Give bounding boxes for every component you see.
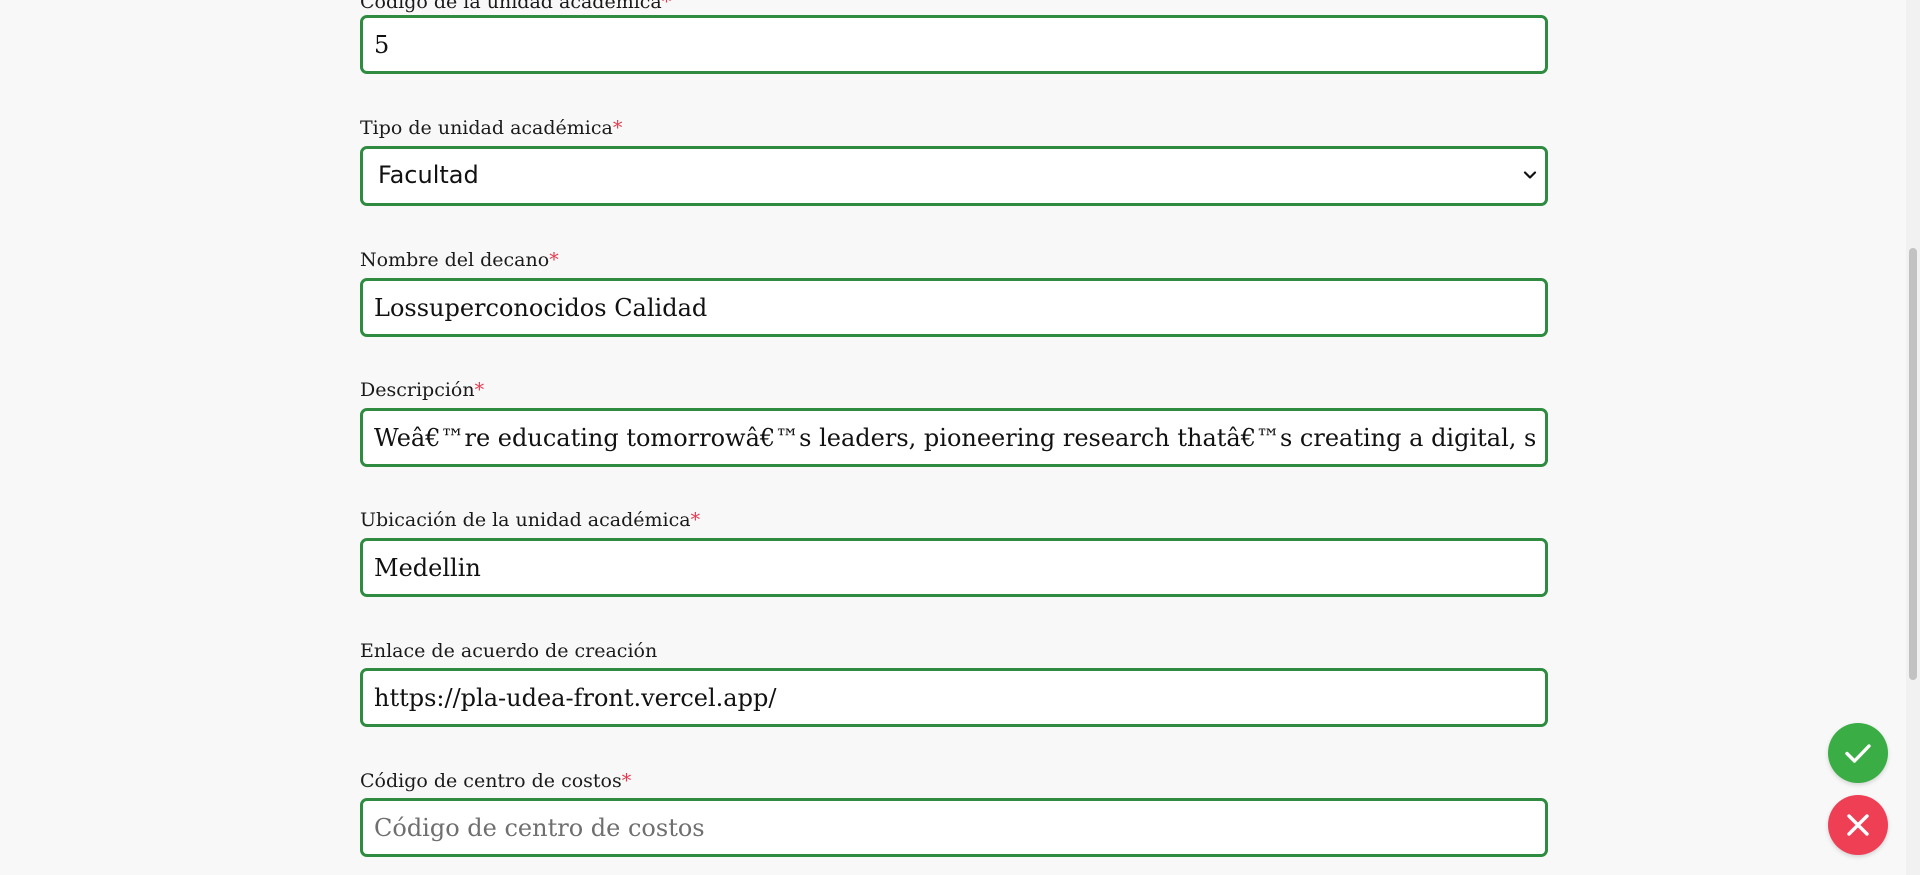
dean-name-input[interactable] xyxy=(363,281,1545,334)
required-asterisk: * xyxy=(549,249,559,271)
required-asterisk: * xyxy=(621,770,632,792)
field-label: Código de la unidad académica* xyxy=(360,0,671,13)
field-label: Descripción* xyxy=(360,379,484,401)
description-input[interactable] xyxy=(363,411,1545,464)
chevron-down-icon xyxy=(1523,171,1537,179)
academic-unit-code-input[interactable] xyxy=(363,18,1545,71)
field-label-text: Nombre del decano xyxy=(360,249,550,271)
confirm-button[interactable] xyxy=(1828,723,1888,783)
field-label-text: Código de la unidad académica xyxy=(360,0,662,13)
field-label: Ubicación de la unidad académica* xyxy=(360,509,700,531)
field-label-text: Descripción xyxy=(360,379,475,401)
creation-agreement-link-input[interactable] xyxy=(363,671,1545,724)
academic-unit-type-selected-value: Facultad xyxy=(378,161,479,189)
vertical-scrollbar[interactable] xyxy=(1906,0,1920,875)
dean-name-box xyxy=(360,278,1548,337)
creation-agreement-link-box xyxy=(360,668,1548,727)
field-label: Enlace de acuerdo de creación xyxy=(360,640,657,662)
scrollbar-thumb[interactable] xyxy=(1909,248,1917,680)
close-icon xyxy=(1847,814,1869,836)
required-asterisk: * xyxy=(661,0,672,13)
academic-unit-location-input[interactable] xyxy=(363,541,1545,594)
page-viewport: Código de la unidad académica* Tipo de u… xyxy=(0,0,1920,875)
check-icon xyxy=(1845,744,1871,763)
field-label: Código de centro de costos* xyxy=(360,770,631,792)
academic-unit-code-box xyxy=(360,15,1548,74)
required-asterisk: * xyxy=(690,509,701,531)
field-label-text: Tipo de unidad académica xyxy=(360,117,613,139)
required-asterisk: * xyxy=(474,379,485,401)
cancel-button[interactable] xyxy=(1828,795,1888,855)
required-asterisk: * xyxy=(612,117,623,139)
field-label-text: Ubicación de la unidad académica xyxy=(360,509,691,531)
academic-unit-type-select[interactable]: Facultad xyxy=(360,146,1548,206)
field-label-text: Enlace de acuerdo de creación xyxy=(360,640,658,662)
cost-center-code-input[interactable] xyxy=(363,801,1545,854)
field-label: Tipo de unidad académica* xyxy=(360,117,622,139)
description-box xyxy=(360,408,1548,467)
cost-center-code-box xyxy=(360,798,1548,857)
field-label-text: Código de centro de costos xyxy=(360,770,622,792)
academic-unit-location-box xyxy=(360,538,1548,597)
field-label: Nombre del decano* xyxy=(360,249,559,271)
